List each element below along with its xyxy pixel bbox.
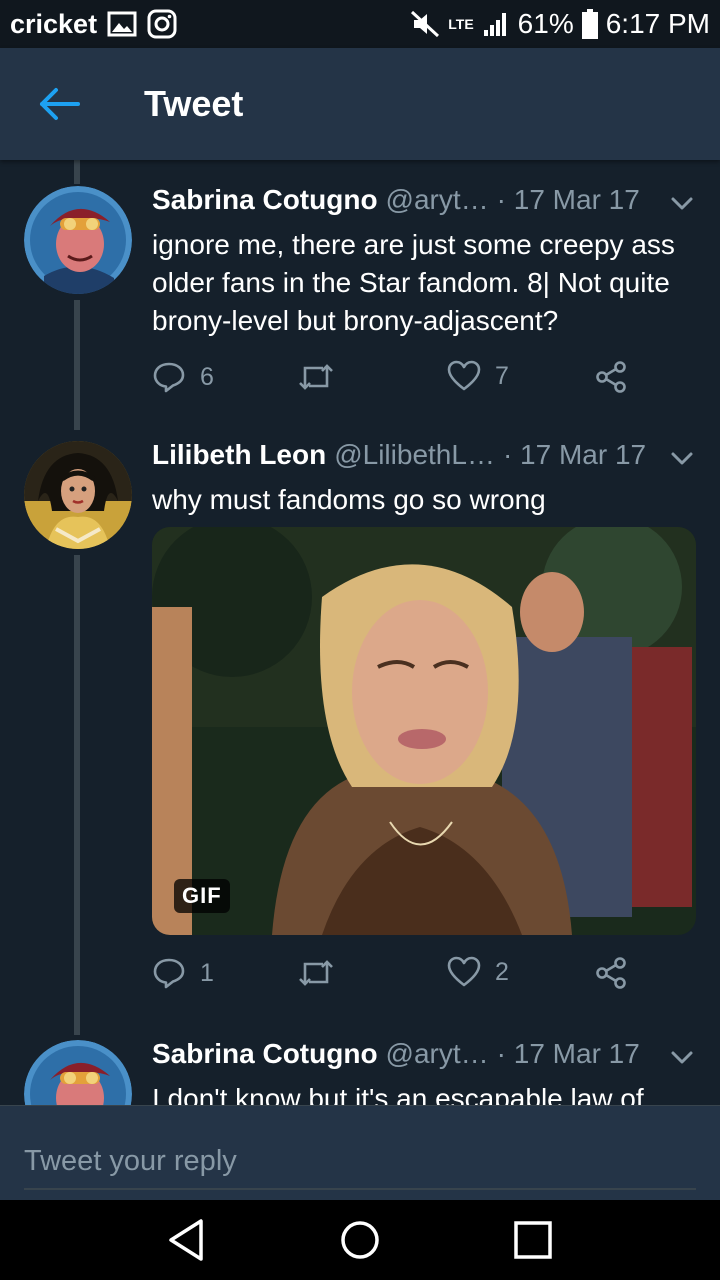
retweet-icon bbox=[299, 960, 333, 986]
tweet-date: · 17 Mar 17 bbox=[496, 1038, 640, 1069]
tweet-text: I don't know but it's an escapable law o… bbox=[152, 1083, 644, 1105]
like-button[interactable]: 7 bbox=[447, 360, 509, 392]
chevron-down-icon[interactable] bbox=[667, 443, 697, 473]
thread-line bbox=[74, 160, 80, 184]
circle-home-icon bbox=[341, 1221, 379, 1259]
nav-recents-button[interactable] bbox=[498, 1205, 568, 1275]
reply-input[interactable] bbox=[24, 1134, 696, 1190]
tweet-text: ignore me, there are just some creepy as… bbox=[152, 229, 675, 336]
author-handle[interactable]: @aryt… bbox=[386, 1038, 489, 1070]
triangle-back-icon bbox=[168, 1219, 203, 1261]
back-button[interactable] bbox=[0, 48, 120, 160]
tweet-header: Sabrina Cotugno @aryt… · 17 Mar 17 bbox=[152, 184, 697, 224]
tweet-actions: 6 7 bbox=[152, 360, 632, 400]
share-icon bbox=[596, 957, 626, 989]
like-count: 2 bbox=[495, 957, 509, 986]
tweet-thread: Sabrina Cotugno @aryt… · 17 Mar 17 ignor… bbox=[0, 160, 720, 1105]
author-name[interactable]: Sabrina Cotugno bbox=[152, 1038, 378, 1070]
avatar[interactable] bbox=[24, 186, 132, 294]
tweet-header: Lilibeth Leon @LilibethL… · 17 Mar 17 bbox=[152, 439, 697, 479]
network-type: LTE bbox=[448, 15, 474, 32]
carrier-label: cricket bbox=[10, 8, 98, 39]
tweet-date: · 17 Mar 17 bbox=[502, 439, 647, 470]
tweet-item[interactable]: Lilibeth Leon @LilibethL… · 17 Mar 17 wh… bbox=[0, 439, 720, 1029]
author-handle[interactable]: @LilibethL… bbox=[334, 439, 495, 471]
author-name[interactable]: Lilibeth Leon bbox=[152, 439, 326, 471]
clock: 6:17 PM bbox=[605, 8, 710, 39]
share-button[interactable] bbox=[594, 360, 628, 394]
heart-icon bbox=[447, 956, 481, 987]
page-title: Tweet bbox=[144, 83, 244, 124]
share-button[interactable] bbox=[594, 956, 628, 990]
share-icon bbox=[596, 361, 626, 393]
nav-home-button[interactable] bbox=[325, 1205, 395, 1275]
author-handle[interactable]: @aryt… bbox=[386, 184, 489, 216]
reply-icon bbox=[153, 362, 185, 393]
tweet-item[interactable]: Sabrina Cotugno @aryt… · 17 Mar 17 I don… bbox=[0, 1038, 720, 1105]
battery-percent: 61% bbox=[517, 8, 574, 39]
retweet-button[interactable] bbox=[297, 360, 335, 394]
reply-button[interactable]: 1 bbox=[152, 956, 214, 990]
reply-count: 6 bbox=[200, 362, 214, 391]
nav-back-button[interactable] bbox=[152, 1205, 222, 1275]
android-nav-bar bbox=[0, 1200, 720, 1280]
app-header: Tweet bbox=[0, 48, 720, 160]
mute-icon bbox=[410, 10, 440, 38]
author-name[interactable]: Sabrina Cotugno bbox=[152, 184, 378, 216]
square-recents-icon bbox=[514, 1221, 553, 1259]
gif-badge: GIF bbox=[174, 879, 230, 913]
like-button[interactable]: 2 bbox=[447, 956, 509, 988]
retweet-icon bbox=[299, 364, 333, 390]
gif-thumbnail bbox=[152, 527, 696, 935]
tweet-item[interactable]: Sabrina Cotugno @aryt… · 17 Mar 17 ignor… bbox=[0, 184, 720, 424]
battery-icon bbox=[581, 9, 598, 39]
like-count: 7 bbox=[495, 361, 509, 390]
tweet-header: Sabrina Cotugno @aryt… · 17 Mar 17 bbox=[152, 1038, 697, 1078]
tweet-text: why must fandoms go so wrong bbox=[152, 484, 546, 515]
reply-icon bbox=[153, 958, 185, 989]
retweet-button[interactable] bbox=[297, 956, 335, 990]
tweet-actions: 1 2 bbox=[152, 956, 632, 996]
instagram-icon bbox=[147, 9, 177, 39]
reply-bar bbox=[0, 1105, 720, 1200]
chevron-down-icon[interactable] bbox=[667, 188, 697, 218]
tweet-date: · 17 Mar 17 bbox=[496, 184, 640, 215]
avatar[interactable] bbox=[24, 1040, 132, 1105]
heart-icon bbox=[447, 360, 481, 391]
tweet-media-gif[interactable]: GIF bbox=[152, 527, 696, 935]
reply-count: 1 bbox=[200, 958, 214, 987]
signal-icon bbox=[482, 10, 510, 38]
avatar[interactable] bbox=[24, 441, 132, 549]
image-icon bbox=[107, 11, 137, 37]
reply-button[interactable]: 6 bbox=[152, 360, 214, 394]
status-bar: cricket LTE 61% 6:17 PM bbox=[0, 0, 720, 48]
chevron-down-icon[interactable] bbox=[667, 1042, 697, 1072]
back-arrow-icon bbox=[40, 88, 80, 120]
